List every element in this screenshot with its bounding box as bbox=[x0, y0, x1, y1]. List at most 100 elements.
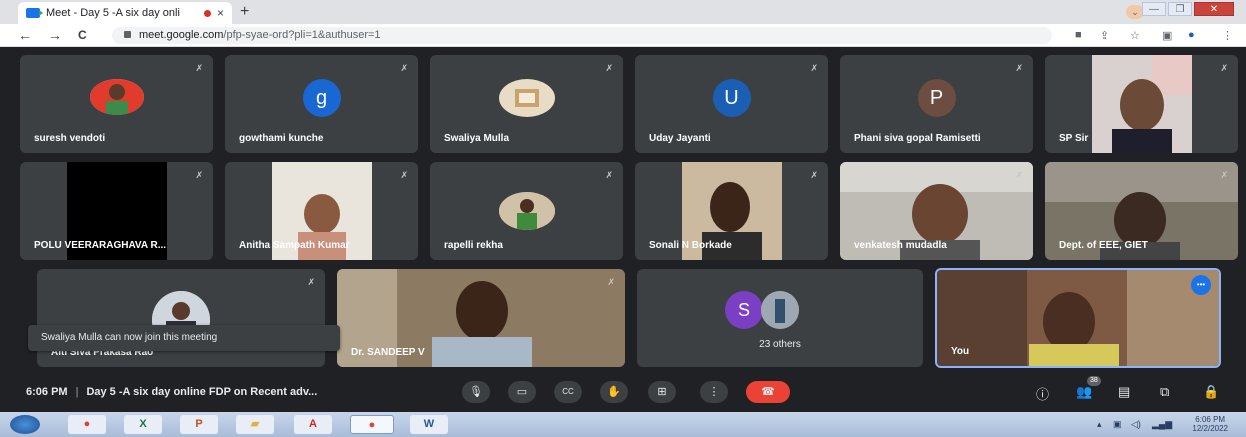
browser-menu-icon[interactable]: ⋮ bbox=[1222, 29, 1233, 42]
muted-mic-icon: ✗ bbox=[605, 63, 613, 73]
muted-mic-icon: ✗ bbox=[307, 277, 315, 287]
participant-name: venkatesh mudadla bbox=[854, 240, 947, 251]
participant-tile[interactable]: ✗ g gowthami kunche bbox=[225, 55, 418, 153]
join-notification-toast: Swaliya Mulla can now join this meeting bbox=[28, 325, 340, 351]
activities-icon[interactable]: ⧉ bbox=[1160, 384, 1169, 400]
host-controls-icon[interactable]: 🔒 bbox=[1203, 384, 1219, 400]
tray-signal-icon[interactable]: ▂▄▆ bbox=[1152, 419, 1172, 430]
url-host: meet.google.com bbox=[139, 29, 224, 41]
back-button[interactable]: ← bbox=[18, 27, 32, 43]
browser-tab-bar: Meet - Day 5 -A six day onli × + ⌄ — ❐ ✕ bbox=[0, 0, 1246, 24]
muted-mic-icon: ✗ bbox=[195, 63, 203, 73]
participant-tile[interactable]: ✗ POLU VEERARAGHAVA R... bbox=[20, 162, 213, 260]
chat-icon[interactable]: ▤ bbox=[1118, 384, 1130, 400]
self-name: You bbox=[951, 346, 970, 357]
camera-in-use-icon[interactable]: ■ bbox=[1075, 29, 1082, 41]
muted-mic-icon: ✗ bbox=[400, 63, 408, 73]
browser-tab[interactable]: Meet - Day 5 -A six day onli × bbox=[18, 2, 232, 24]
forward-button[interactable]: → bbox=[48, 27, 62, 43]
participant-name: rapelli rekha bbox=[444, 240, 503, 251]
participant-tile[interactable]: ✗ Anitha Sampath Kumar bbox=[225, 162, 418, 260]
muted-mic-icon: ✗ bbox=[1015, 170, 1023, 180]
participant-avatar bbox=[498, 79, 555, 117]
muted-mic-icon: ✗ bbox=[1220, 170, 1228, 180]
tray-volume-icon[interactable]: ◁) bbox=[1131, 419, 1141, 430]
window-close-button[interactable]: ✕ bbox=[1194, 2, 1234, 16]
participant-tile[interactable]: ✗ U Uday Jayanti bbox=[635, 55, 828, 153]
side-panel-icon[interactable]: ▣ bbox=[1162, 29, 1172, 42]
meeting-info-separator: | bbox=[75, 386, 79, 398]
muted-mic-icon: ✗ bbox=[810, 170, 818, 180]
raise-hand-icon[interactable]: ✋ bbox=[600, 381, 628, 403]
self-view-tile[interactable]: ••• You bbox=[935, 268, 1221, 368]
participant-tile-others[interactable]: S 23 others bbox=[637, 269, 923, 367]
muted-mic-icon: ✗ bbox=[1015, 63, 1023, 73]
people-icon[interactable]: 👥 bbox=[1076, 384, 1092, 400]
others-avatar: S bbox=[725, 291, 763, 329]
participant-count-badge: 38 bbox=[1087, 376, 1101, 386]
window-minimize-button[interactable]: — bbox=[1142, 2, 1166, 16]
muted-mic-icon: ✗ bbox=[810, 63, 818, 73]
participant-tile[interactable]: ✗ SP Sir bbox=[1045, 55, 1238, 153]
participant-name: Swaliya Mulla bbox=[444, 133, 510, 144]
captions-toggle-icon[interactable]: CC bbox=[554, 381, 582, 403]
file-explorer-taskbar-icon[interactable]: ▰ bbox=[236, 415, 274, 434]
participant-avatar: g bbox=[302, 79, 341, 117]
microphone-toggle-icon[interactable]: 🎙 bbox=[462, 381, 490, 403]
participant-avatar: U bbox=[712, 79, 751, 117]
participant-tile[interactable]: ✗ Sonali N Borkade bbox=[635, 162, 828, 260]
tab-title: Meet - Day 5 -A six day onli bbox=[46, 7, 180, 19]
start-button[interactable] bbox=[10, 415, 40, 434]
chrome-active-taskbar-icon[interactable]: ● bbox=[350, 415, 394, 434]
meeting-info: 6:06 PM | Day 5 -A six day online FDP on R… bbox=[26, 386, 317, 398]
participant-tile[interactable]: ✗ venkatesh mudadla bbox=[840, 162, 1033, 260]
more-options-button-icon[interactable]: ⋮ bbox=[700, 381, 728, 403]
url-path: /pfp-syae-ord?pli=1&authuser=1 bbox=[223, 29, 381, 41]
tray-network-icon[interactable]: ▣ bbox=[1113, 419, 1122, 430]
participant-tile[interactable]: ✗ rapelli rekha bbox=[430, 162, 623, 260]
meeting-title: Day 5 -A six day online FDP on Recent ad… bbox=[86, 386, 318, 398]
meeting-details-icon[interactable]: ⓘ bbox=[1036, 384, 1049, 403]
meet-favicon-icon bbox=[26, 8, 43, 18]
chrome-taskbar-icon[interactable]: ● bbox=[68, 415, 106, 434]
participant-name: POLU VEERARAGHAVA R... bbox=[34, 240, 167, 251]
acrobat-taskbar-icon[interactable]: A bbox=[294, 415, 332, 434]
excel-taskbar-icon[interactable]: X bbox=[124, 415, 162, 434]
word-taskbar-icon[interactable]: W bbox=[410, 415, 448, 434]
participant-tile[interactable]: ✗ suresh vendoti bbox=[20, 55, 213, 153]
powerpoint-taskbar-icon[interactable]: P bbox=[180, 415, 218, 434]
participant-tile[interactable]: ✗ Dept. of EEE, GIET bbox=[1045, 162, 1238, 260]
participant-avatar bbox=[89, 79, 144, 115]
recording-indicator-icon bbox=[203, 9, 211, 17]
window-maximize-button[interactable]: ❐ bbox=[1168, 2, 1192, 16]
share-icon[interactable]: ⇪ bbox=[1100, 29, 1109, 42]
leave-call-button[interactable]: ☎ bbox=[746, 381, 790, 403]
bookmark-star-icon[interactable]: ☆ bbox=[1130, 29, 1140, 42]
meeting-time: 6:06 PM bbox=[26, 386, 68, 398]
profile-avatar-icon[interactable]: ● bbox=[1188, 29, 1195, 41]
participant-video bbox=[1092, 55, 1192, 153]
muted-mic-icon: ✗ bbox=[605, 170, 613, 180]
reload-button[interactable]: C bbox=[78, 28, 87, 42]
lock-icon bbox=[124, 31, 131, 38]
tray-arrow-icon[interactable]: ▴ bbox=[1097, 419, 1102, 430]
tab-close-icon[interactable]: × bbox=[217, 6, 224, 20]
participant-name: Dr. SANDEEP V bbox=[351, 347, 425, 358]
participant-tile[interactable]: ✗ P Phani siva gopal Ramisetti bbox=[840, 55, 1033, 153]
system-clock[interactable]: 6:06 PM 12/2/2022 bbox=[1192, 415, 1228, 433]
participant-name: Uday Jayanti bbox=[649, 133, 711, 144]
participant-tile[interactable]: ✗ Dr. SANDEEP V bbox=[337, 269, 625, 367]
muted-mic-icon: ✗ bbox=[195, 170, 203, 180]
more-options-icon[interactable]: ••• bbox=[1191, 275, 1211, 295]
others-avatar-photo bbox=[761, 291, 799, 329]
participant-tile[interactable]: ✗ Alti Siva Prakasa Rao bbox=[37, 269, 325, 367]
address-bar: ← → C meet.google.com/pfp-syae-ord?pli=1… bbox=[0, 24, 1246, 47]
present-now-icon[interactable]: ⊞ bbox=[648, 381, 676, 403]
url-field[interactable]: meet.google.com/pfp-syae-ord?pli=1&authu… bbox=[112, 27, 1052, 44]
participant-name: Dept. of EEE, GIET bbox=[1059, 240, 1148, 251]
new-tab-button[interactable]: + bbox=[240, 3, 249, 21]
camera-toggle-icon[interactable]: ▭ bbox=[508, 381, 536, 403]
participant-tile[interactable]: ✗ Swaliya Mulla bbox=[430, 55, 623, 153]
participant-name: gowthami kunche bbox=[239, 133, 324, 144]
os-taskbar: ● X P ▰ A ● W ▴ ▣ ◁) ▂▄▆ 6:06 PM 12/2/20… bbox=[0, 412, 1246, 437]
